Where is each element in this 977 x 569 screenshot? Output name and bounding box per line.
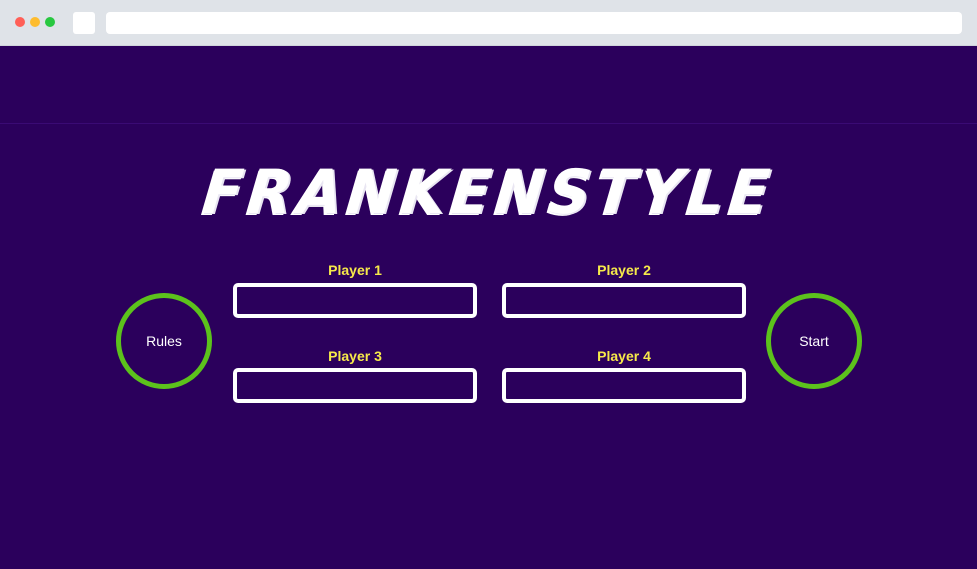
window-minimize-dot[interactable]	[30, 17, 40, 27]
player-3-input[interactable]	[233, 368, 477, 403]
player-2-input[interactable]	[502, 283, 746, 318]
start-button[interactable]: Start	[766, 293, 862, 389]
player-1-label: Player 1	[328, 262, 382, 278]
player-2-label: Player 2	[597, 262, 651, 278]
address-bar[interactable]	[106, 12, 962, 34]
player-1-input[interactable]	[233, 283, 477, 318]
window-maximize-dot[interactable]	[45, 17, 55, 27]
game-page: FRANKENSTYLE Rules Player 1 Player 2 Pla…	[0, 46, 977, 569]
player-4-label: Player 4	[597, 348, 651, 364]
header-band	[0, 46, 977, 124]
player-4-input[interactable]	[502, 368, 746, 403]
browser-chrome	[0, 0, 977, 46]
game-title: FRANKENSTYLE	[199, 156, 778, 228]
browser-tab[interactable]	[73, 12, 95, 34]
window-close-dot[interactable]	[15, 17, 25, 27]
player-3-label: Player 3	[328, 348, 382, 364]
rules-button[interactable]: Rules	[116, 293, 212, 389]
